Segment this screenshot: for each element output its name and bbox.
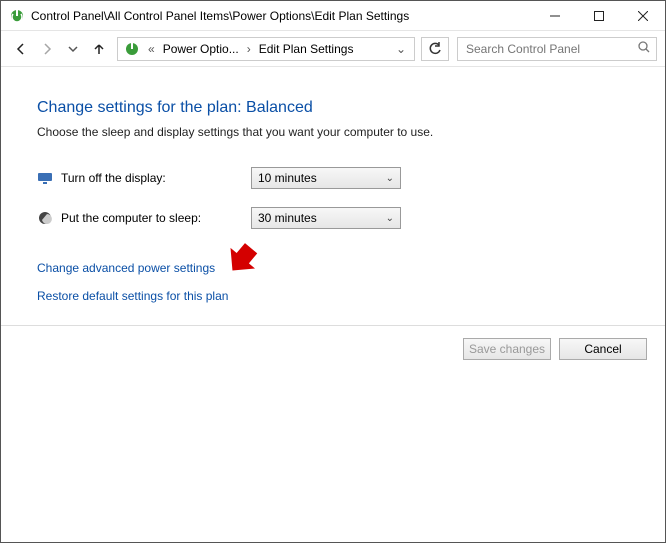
display-label: Turn off the display: [61,171,251,185]
page-heading: Change settings for the plan: Balanced [37,99,637,117]
sleep-label: Put the computer to sleep: [61,211,251,225]
search-box[interactable] [457,37,657,61]
sleep-icon [37,210,53,226]
footer-buttons: Save changes Cancel [1,325,665,372]
title-bar: Control Panel\All Control Panel Items\Po… [1,1,665,31]
setting-row-sleep: Put the computer to sleep: 30 minutes ⌄ [37,207,637,229]
advanced-power-settings-link[interactable]: Change advanced power settings [37,261,637,275]
navigation-bar: « Power Optio... › Edit Plan Settings ⌄ [1,31,665,67]
display-timeout-value: 10 minutes [258,171,317,185]
restore-defaults-link[interactable]: Restore default settings for this plan [37,289,637,303]
window-frame: Control Panel\All Control Panel Items\Po… [0,0,666,543]
window-controls [533,1,665,30]
display-timeout-dropdown[interactable]: 10 minutes ⌄ [251,167,401,189]
maximize-button[interactable] [577,1,621,30]
sleep-timeout-dropdown[interactable]: 30 minutes ⌄ [251,207,401,229]
content-area: Change settings for the plan: Balanced C… [1,67,665,313]
setting-row-display: Turn off the display: 10 minutes ⌄ [37,167,637,189]
up-button[interactable] [87,37,111,61]
breadcrumb-dropdown-icon[interactable]: ⌄ [390,42,412,56]
cancel-button[interactable]: Cancel [559,338,647,360]
search-icon[interactable] [634,41,650,56]
search-input[interactable] [464,41,634,57]
minimize-button[interactable] [533,1,577,30]
chevron-down-icon: ⌄ [386,173,394,184]
app-icon [9,8,25,24]
window-title: Control Panel\All Control Panel Items\Po… [31,9,533,23]
breadcrumb-prefix-chevron[interactable]: « [144,42,159,56]
sleep-timeout-value: 30 minutes [258,211,317,225]
close-button[interactable] [621,1,665,30]
breadcrumb[interactable]: « Power Optio... › Edit Plan Settings ⌄ [117,37,415,61]
recent-locations-button[interactable] [61,37,85,61]
forward-button[interactable] [35,37,59,61]
chevron-down-icon: ⌄ [386,213,394,224]
chevron-right-icon: › [243,42,255,56]
breadcrumb-seg-power-options[interactable]: Power Optio... [159,38,243,60]
breadcrumb-icon [124,41,140,57]
page-subtext: Choose the sleep and display settings th… [37,125,637,139]
refresh-button[interactable] [421,37,449,61]
back-button[interactable] [9,37,33,61]
breadcrumb-seg-edit-plan[interactable]: Edit Plan Settings [255,38,358,60]
display-icon [37,170,53,186]
save-changes-button[interactable]: Save changes [463,338,551,360]
